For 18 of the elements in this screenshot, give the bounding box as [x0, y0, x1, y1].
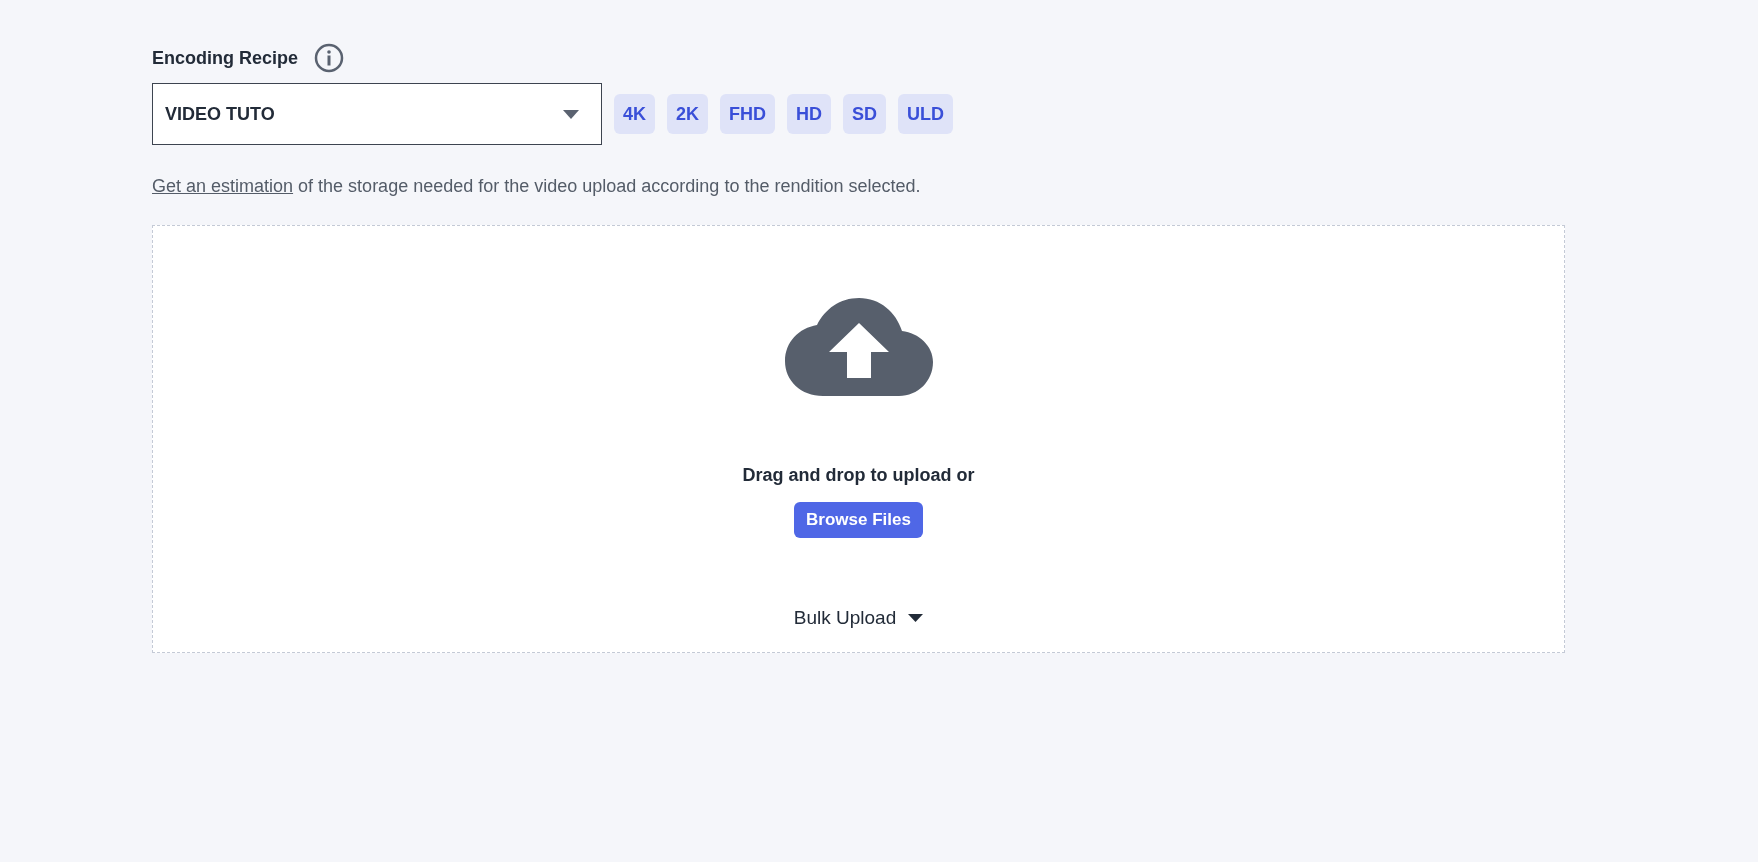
rendition-badge: 4K — [614, 94, 655, 134]
upload-dropzone[interactable]: Drag and drop to upload or Browse Files Bulk Upload — [152, 225, 1565, 653]
drop-prompt: Drag and drop to upload or — [742, 464, 975, 487]
estimation-link[interactable]: Get an estimation — [152, 176, 294, 196]
caret-icon — [563, 109, 579, 119]
info-icon[interactable] — [314, 43, 345, 73]
estimation-text: Get an estimation of the storage needed for the video upload according to the rendition selected. — [152, 175, 922, 198]
recipe-dropdown[interactable]: VIDEO TUTO — [152, 83, 602, 145]
rendition-badge: HD — [787, 94, 832, 134]
cloud-upload-icon — [784, 298, 933, 396]
browse-files-button[interactable]: Browse Files — [794, 502, 923, 538]
rendition-badge: 2K — [667, 94, 709, 134]
field-label: Encoding Recipe — [152, 46, 299, 70]
bulk-upload-button[interactable]: Bulk Upload — [793, 604, 924, 633]
rendition-badge: ULD — [898, 94, 954, 134]
rendition-badge: FHD — [720, 94, 776, 134]
caret-icon — [908, 614, 924, 623]
rendition-badge: SD — [843, 94, 887, 134]
